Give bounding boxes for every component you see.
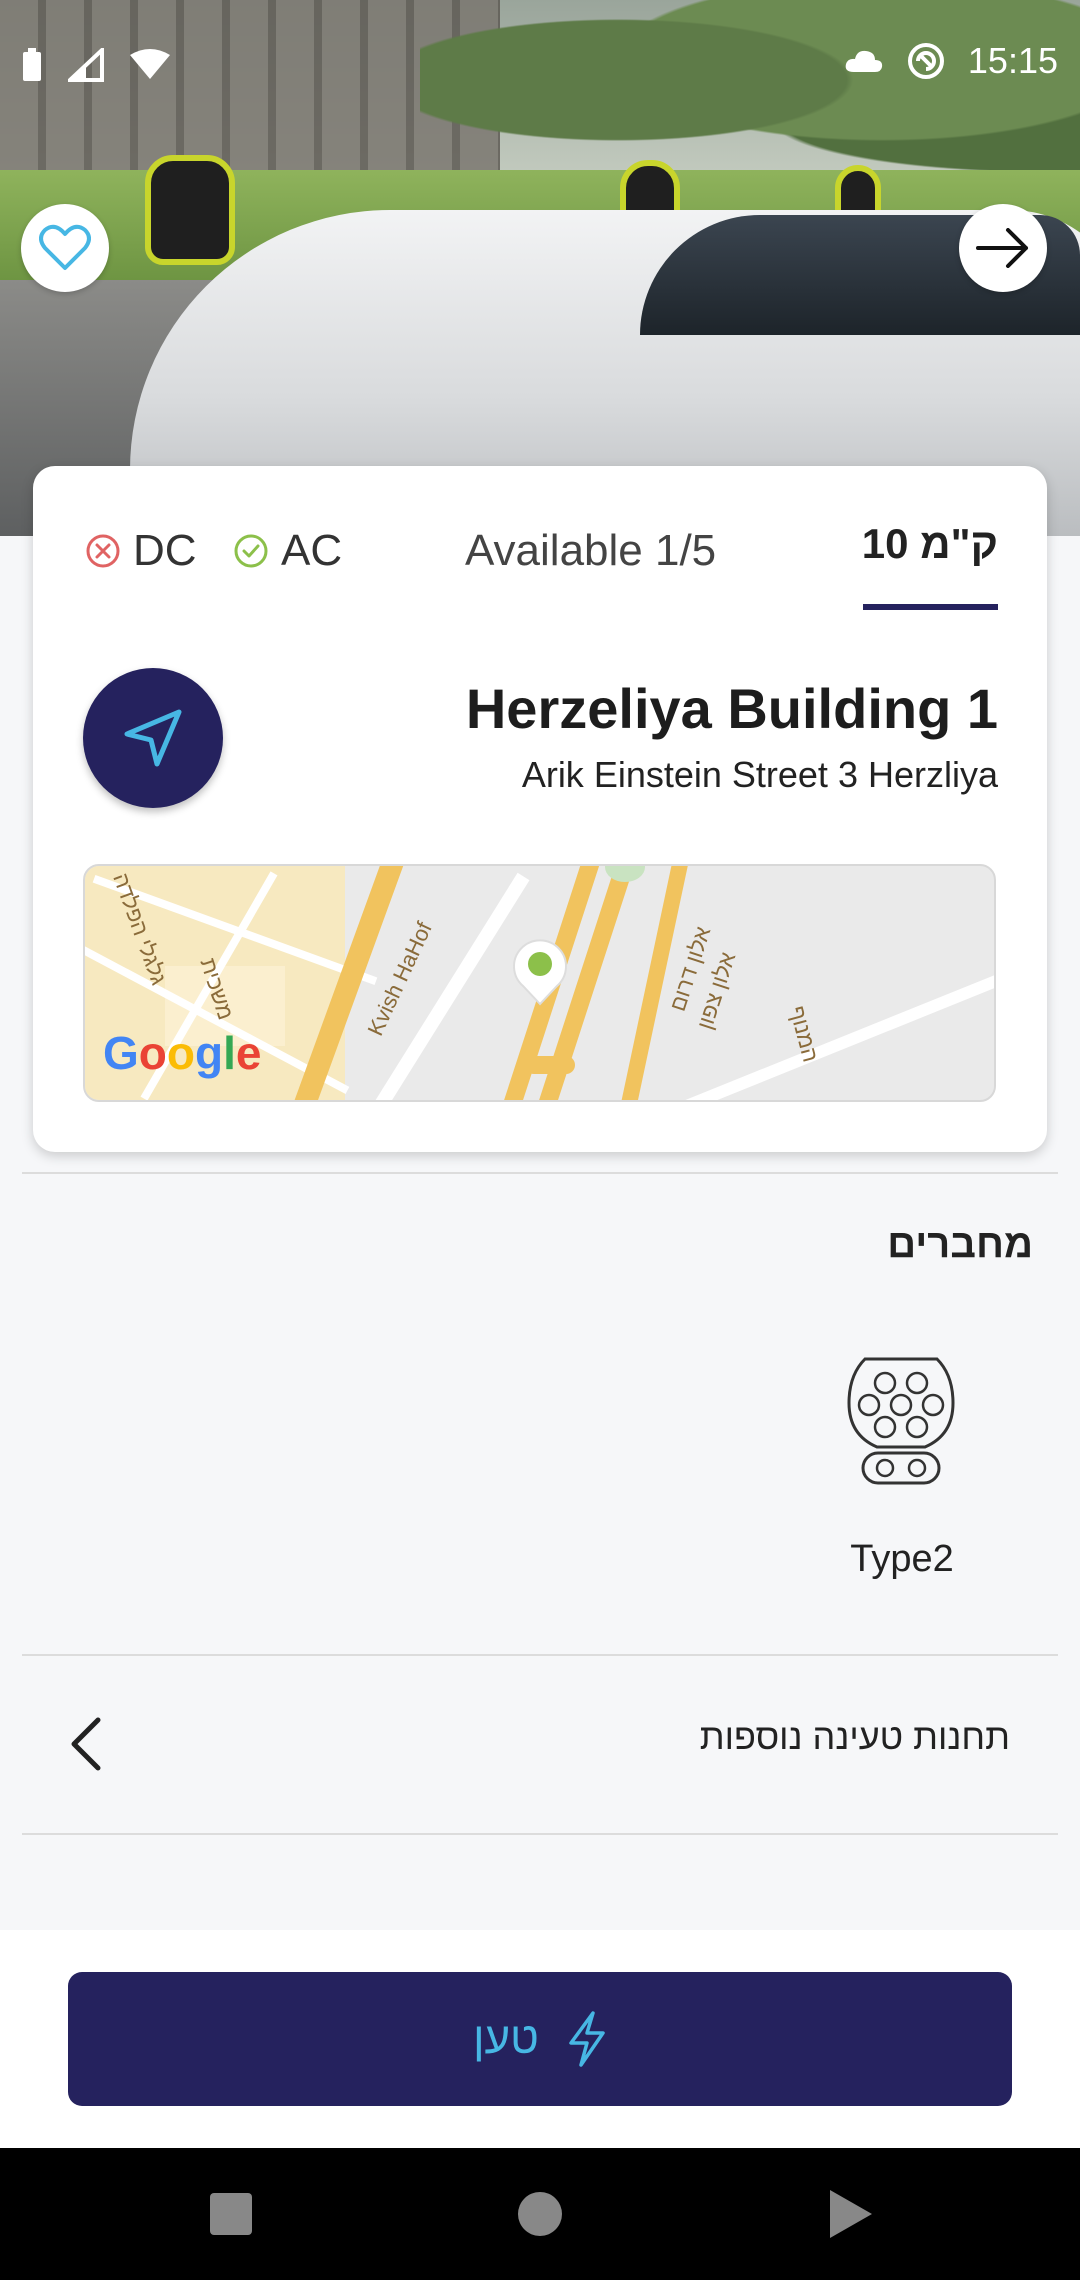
- more-stations-row[interactable]: תחנות טעינה נוספות: [22, 1656, 1058, 1834]
- lightning-icon: [569, 2011, 605, 2067]
- availability-row: DC AC Available 1/5 10 ק"מ: [33, 520, 1047, 586]
- distance-tab[interactable]: 10 ק"מ: [862, 520, 998, 568]
- back-triangle-icon[interactable]: [830, 2190, 872, 2238]
- heart-outline-icon: [39, 224, 91, 270]
- navigation-arrow-icon: [124, 709, 182, 767]
- dc-status-chip: DC: [85, 526, 197, 576]
- recents-square-icon[interactable]: [210, 2193, 252, 2235]
- status-time: 15:15: [967, 40, 1058, 81]
- system-navigation-bar: [0, 2148, 1080, 2280]
- favorite-button[interactable]: [21, 204, 109, 292]
- status-bar: 15:15: [0, 0, 1080, 140]
- home-circle-icon[interactable]: [518, 2192, 562, 2236]
- navigate-button[interactable]: [83, 668, 223, 808]
- more-stations-label: תחנות טעינה נוספות: [699, 1716, 1010, 1757]
- chevron-left-icon: [71, 1717, 101, 1771]
- google-logo: Google: [103, 1027, 262, 1079]
- arrow-right-icon: [976, 228, 1028, 268]
- wifi-icon: [130, 49, 170, 79]
- cloud-icon: [845, 50, 883, 72]
- location-map[interactable]: Kvish HaHof אלון דרום אלון צפון גלגלי הפ…: [83, 864, 996, 1102]
- connector-type-label: Type2: [850, 1538, 954, 1580]
- charge-button[interactable]: טען: [68, 1972, 1012, 2106]
- map-pin-icon: [513, 939, 567, 1006]
- availability-count: Available 1/5: [465, 526, 717, 575]
- map-label-street: המנוף: [784, 1003, 824, 1065]
- section-divider: [22, 1172, 1058, 1174]
- connectors-title: מחברים: [887, 1222, 1033, 1266]
- type2-connector-icon: [847, 1357, 955, 1485]
- station-info-card: DC AC Available 1/5 10 ק"מ Herzeliya Bui…: [33, 466, 1047, 1152]
- dc-label: DC: [133, 526, 197, 575]
- charge-button-label: טען: [473, 2014, 539, 2063]
- section-divider: [22, 1833, 1058, 1835]
- error-circle-icon: [86, 534, 120, 568]
- forward-button[interactable]: [959, 204, 1047, 292]
- distance-tab-indicator: [863, 604, 998, 610]
- station-address: Arik Einstein Street 3 Herzliya: [521, 754, 998, 795]
- battery-icon: [23, 48, 41, 81]
- ac-label: AC: [281, 526, 343, 575]
- ac-status-chip: AC: [233, 526, 342, 576]
- signal-icon: [68, 48, 104, 82]
- station-name: Herzeliya Building 1: [465, 677, 998, 740]
- vpn-icon: [907, 43, 944, 79]
- check-circle-icon: [234, 534, 268, 568]
- bottom-action-panel: טען: [0, 1930, 1080, 2148]
